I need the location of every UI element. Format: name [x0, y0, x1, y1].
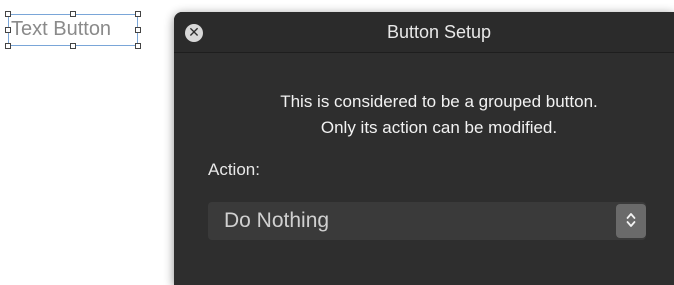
resize-handle-top-left[interactable] [5, 11, 11, 17]
resize-handle-top-right[interactable] [135, 11, 141, 17]
design-canvas: Text Button ✕ Button Setup This is consi… [0, 0, 674, 285]
resize-handle-bottom-right[interactable] [135, 43, 141, 49]
resize-handle-bottom-left[interactable] [5, 43, 11, 49]
action-select-value: Do Nothing [224, 209, 330, 232]
resize-handle-middle-left[interactable] [5, 27, 11, 33]
resize-handle-middle-right[interactable] [135, 27, 141, 33]
resize-handle-bottom-center[interactable] [70, 43, 76, 49]
dialog-titlebar: ✕ Button Setup [174, 12, 674, 53]
dialog-title: Button Setup [386, 22, 492, 42]
button-setup-dialog: ✕ Button Setup This is considered to be … [174, 12, 674, 285]
grouped-button-message: This is considered to be a grouped butto… [280, 92, 598, 111]
text-button-element[interactable]: Text Button [5, 11, 141, 49]
action-only-message: Only its action can be modified. [320, 118, 558, 137]
text-button-label: Text Button [11, 18, 112, 40]
resize-handle-top-center[interactable] [70, 11, 76, 17]
action-select[interactable]: Do Nothing [208, 202, 646, 240]
chevron-up-down-icon[interactable] [616, 204, 646, 238]
action-label: Action: [208, 160, 260, 179]
